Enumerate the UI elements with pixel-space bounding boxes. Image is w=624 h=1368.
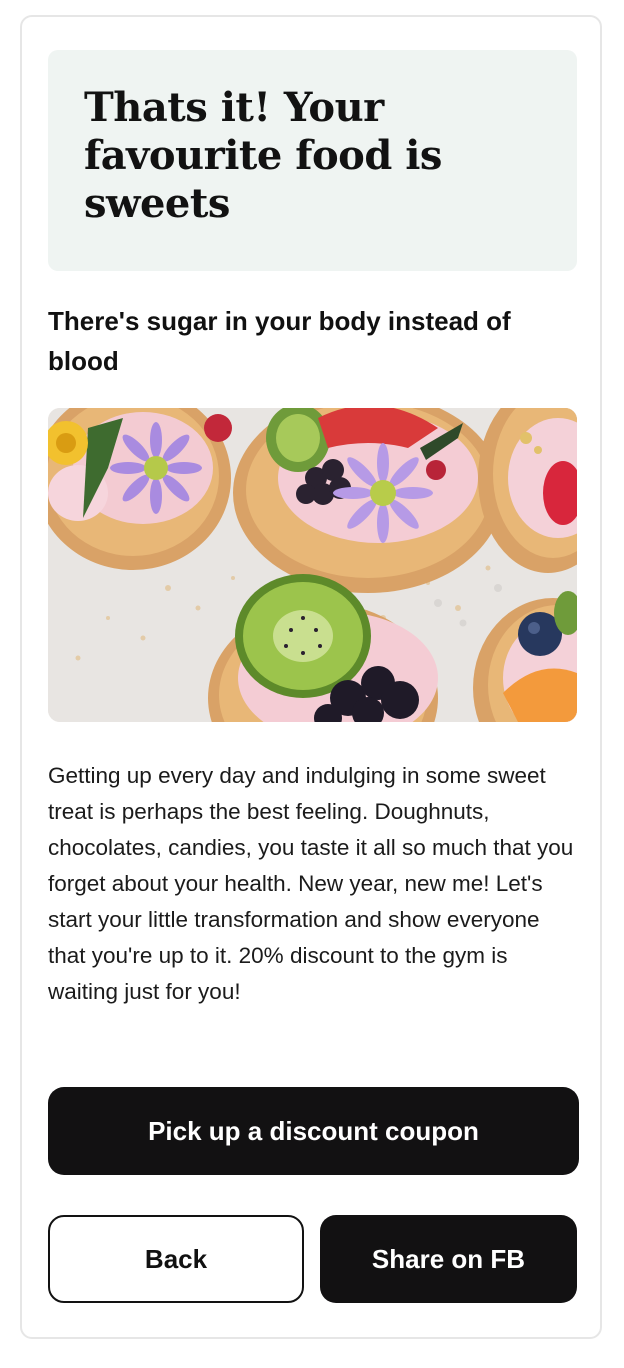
result-title: Thats it! Your favourite food is sweets (84, 84, 442, 227)
result-description: Getting up every day and indulging in so… (48, 763, 574, 1004)
result-subtitle: There's sugar in your body instead of bl… (48, 306, 511, 376)
share-fb-button[interactable]: Share on FB (320, 1215, 577, 1303)
back-button[interactable]: Back (48, 1215, 304, 1303)
result-card: Thats it! Your favourite food is sweets … (20, 15, 602, 1339)
pick-coupon-button[interactable]: Pick up a discount coupon (48, 1087, 579, 1175)
title-panel: Thats it! Your favourite food is sweets (48, 50, 577, 271)
hero-image (48, 408, 577, 722)
sweets-illustration (48, 408, 577, 722)
